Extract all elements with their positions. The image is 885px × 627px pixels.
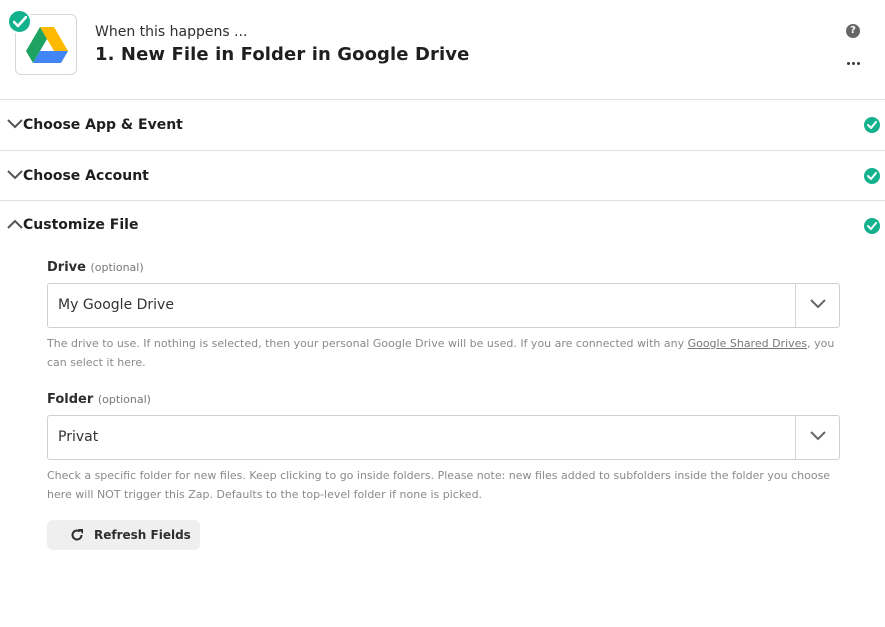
section-choose-app-event[interactable]: Choose App & Event — [0, 100, 885, 151]
chevron-down-icon[interactable] — [810, 299, 826, 309]
step-complete-icon — [7, 9, 32, 34]
section-customize-file[interactable]: Customize File — [0, 201, 885, 234]
refresh-fields-label[interactable]: Refresh Fields — [94, 528, 191, 542]
optional-tag: (optional) — [90, 261, 144, 274]
chevron-down-icon[interactable] — [7, 170, 23, 180]
folder-help-text: Check a specific folder for new files. K… — [47, 469, 831, 501]
step-title[interactable]: 1. New File in Folder in Google Drive — [95, 44, 469, 65]
help-icon[interactable]: ? — [846, 24, 860, 38]
drive-select[interactable]: My Google Drive — [47, 283, 840, 328]
chevron-up-icon[interactable] — [7, 219, 23, 229]
more-options-icon[interactable] — [844, 54, 864, 74]
drive-field-label: Drive (optional) — [47, 260, 144, 275]
folder-field-label: Folder (optional) — [47, 392, 151, 407]
refresh-fields-button[interactable]: Refresh Fields — [47, 520, 200, 550]
trigger-label: When this happens ... — [95, 24, 248, 40]
google-shared-drives-link[interactable]: Google Shared Drives — [688, 337, 808, 350]
folder-select-value[interactable]: Privat — [58, 429, 98, 445]
check-circle-icon — [864, 168, 880, 184]
folder-select[interactable]: Privat — [47, 415, 840, 460]
optional-tag: (optional) — [97, 393, 151, 406]
drive-label-text: Drive — [47, 260, 86, 275]
chevron-down-icon[interactable] — [7, 119, 23, 129]
select-divider — [795, 416, 796, 459]
section-title[interactable]: Customize File — [23, 217, 138, 233]
step-header: When this happens ... 1. New File in Fol… — [0, 0, 885, 100]
refresh-icon — [71, 529, 83, 541]
folder-label-text: Folder — [47, 392, 94, 407]
drive-help-text: The drive to use. If nothing is selected… — [47, 334, 847, 372]
check-circle-icon — [864, 218, 880, 234]
google-drive-icon — [26, 27, 68, 63]
section-choose-account[interactable]: Choose Account — [0, 151, 885, 201]
drive-select-value[interactable]: My Google Drive — [58, 297, 174, 313]
section-title[interactable]: Choose Account — [23, 168, 149, 184]
select-divider — [795, 284, 796, 327]
chevron-down-icon[interactable] — [810, 431, 826, 441]
section-title[interactable]: Choose App & Event — [23, 117, 183, 133]
check-circle-icon — [864, 117, 880, 133]
drive-help-before: The drive to use. If nothing is selected… — [47, 337, 688, 350]
